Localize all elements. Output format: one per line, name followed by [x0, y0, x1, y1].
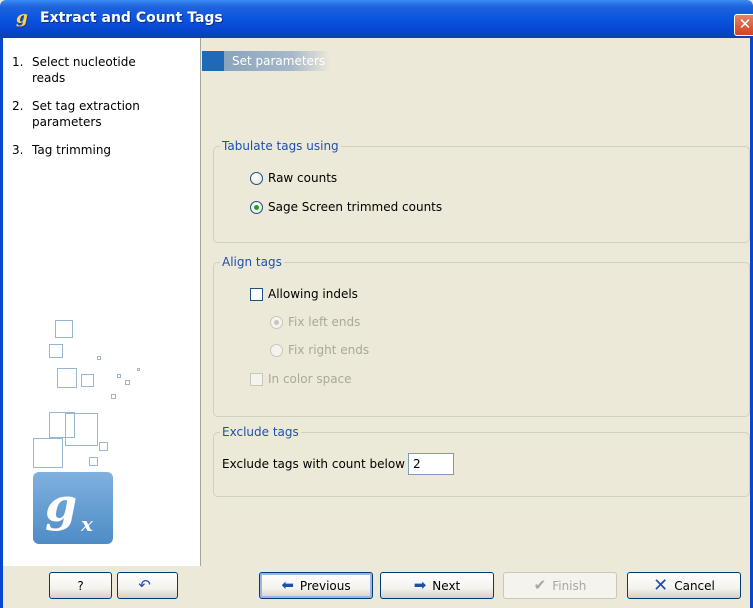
decor-square	[65, 413, 98, 446]
cancel-button[interactable]: ✕ Cancel	[627, 572, 741, 599]
title-bar[interactable]: g Extract and Count Tags ✕	[0, 0, 753, 38]
exclude-count-label: Exclude tags with count below	[222, 457, 405, 471]
wizard-sidebar: 1. Select nucleotide reads 2. Set tag ex…	[3, 38, 201, 566]
close-button[interactable]: ✕	[734, 14, 753, 36]
step-number: 1.	[12, 55, 24, 69]
logo-letter: g	[45, 478, 78, 532]
exclude-legend: Exclude tags	[222, 425, 299, 439]
x-icon: ✕	[653, 575, 669, 596]
exclude-count-input[interactable]	[408, 453, 454, 475]
finish-button[interactable]: ✔ Finish	[503, 572, 617, 599]
wizard-step-tag-trimming: 3. Tag trimming	[3, 142, 200, 158]
decor-square	[99, 442, 108, 451]
wizard-step-set-parameters: 2. Set tag extraction parameters	[3, 98, 200, 130]
color-space-checkbox[interactable]	[250, 372, 263, 386]
wizard-step-select-reads: 1. Select nucleotide reads	[3, 54, 200, 86]
allowing-indels-label: Allowing indels	[268, 287, 358, 301]
align-group: Align tags	[213, 255, 750, 417]
section-title: Set parameters	[232, 54, 326, 68]
color-space-label: In color space	[268, 372, 352, 386]
arrow-left-icon: ⬅	[281, 576, 294, 594]
step-label: Tag trimming	[32, 143, 112, 157]
previous-label: Previous	[299, 578, 351, 593]
sage-counts-label: Sage Screen trimmed counts	[268, 200, 443, 214]
step-label: Set tag extraction parameters	[32, 99, 140, 129]
tabulate-legend: Tabulate tags using	[222, 139, 339, 153]
fix-right-option[interactable]: Fix right ends	[270, 343, 369, 357]
finish-label: Finish	[552, 578, 587, 593]
main-panel: Set parameters Tabulate tags using Raw c…	[202, 38, 750, 566]
allowing-indels-checkbox[interactable]	[250, 287, 263, 301]
decor-square	[49, 344, 63, 358]
decor-square	[81, 374, 94, 387]
button-bar: ? ↶ ⬅ Previous ➡ Next ✔ Finish ✕ Cancel	[3, 566, 750, 608]
step-label: Select nucleotide reads	[32, 55, 136, 85]
step-number: 3.	[12, 143, 24, 157]
decor-square	[89, 457, 98, 466]
color-space-option[interactable]: In color space	[250, 372, 352, 386]
window-title: Extract and Count Tags	[40, 10, 223, 26]
wizard-steps: 1. Select nucleotide reads 2. Set tag ex…	[3, 38, 200, 158]
decor-square	[137, 368, 140, 371]
fix-left-option[interactable]: Fix left ends	[270, 315, 360, 329]
allowing-indels-option[interactable]: Allowing indels	[250, 287, 358, 301]
raw-counts-label: Raw counts	[268, 171, 338, 185]
fix-left-label: Fix left ends	[288, 315, 361, 329]
previous-button[interactable]: ⬅ Previous	[259, 572, 373, 599]
exclude-count-row: Exclude tags with count below	[222, 453, 454, 475]
fix-left-radio[interactable]	[270, 315, 283, 329]
fix-right-radio[interactable]	[270, 343, 283, 357]
decor-square	[33, 438, 63, 468]
app-icon: g	[16, 8, 28, 28]
decor-square	[97, 356, 101, 360]
checkmark-icon: ✔	[533, 576, 547, 594]
section-marker	[202, 51, 224, 71]
tabulate-group: Tabulate tags using	[213, 139, 750, 243]
align-legend: Align tags	[222, 255, 282, 269]
logo-subscript: x	[81, 512, 93, 536]
reset-button[interactable]: ↶	[117, 572, 178, 599]
raw-counts-option[interactable]: Raw counts	[250, 171, 337, 185]
clc-logo: g x	[33, 472, 113, 544]
next-button[interactable]: ➡ Next	[380, 572, 494, 599]
sage-counts-radio[interactable]	[250, 200, 263, 214]
section-header: Set parameters	[202, 51, 330, 71]
next-label: Next	[432, 578, 461, 593]
step-number: 2.	[12, 99, 24, 113]
cancel-label: Cancel	[674, 578, 715, 593]
decor-square	[125, 380, 130, 385]
sage-counts-option[interactable]: Sage Screen trimmed counts	[250, 200, 442, 214]
decor-square	[55, 320, 73, 338]
help-label: ?	[77, 578, 84, 593]
raw-counts-radio[interactable]	[250, 171, 263, 185]
decor-square	[57, 368, 77, 388]
arrow-right-icon: ➡	[413, 576, 427, 594]
decor-square	[111, 394, 116, 399]
undo-icon: ↶	[138, 576, 151, 594]
help-button[interactable]: ?	[49, 572, 112, 599]
fix-right-label: Fix right ends	[288, 343, 370, 357]
decor-square	[117, 374, 121, 378]
